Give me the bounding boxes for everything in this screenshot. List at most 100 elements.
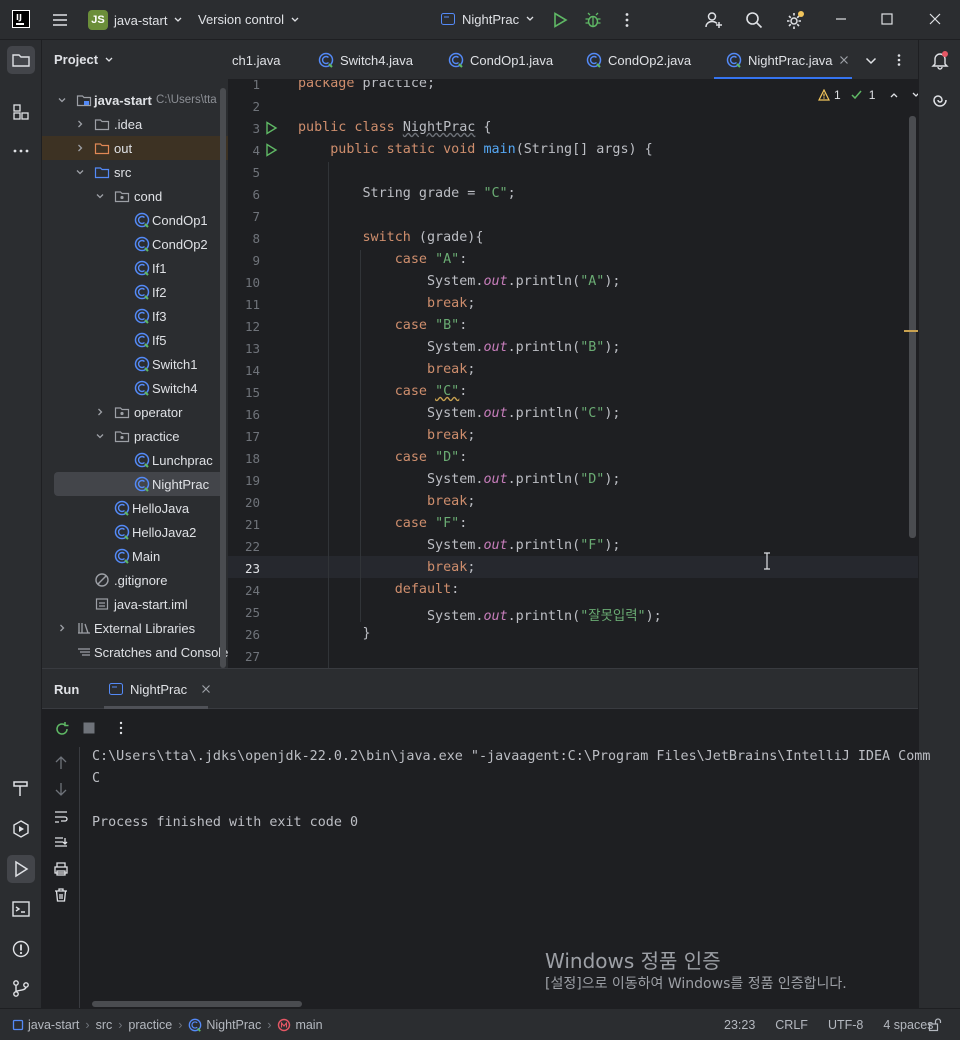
tree-item-class[interactable]: Main <box>42 544 228 568</box>
tree-item-practice[interactable]: practice <box>42 424 228 448</box>
tree-item-class[interactable]: Lunchprac <box>42 448 228 472</box>
main-menu-icon[interactable] <box>50 10 70 33</box>
print-icon[interactable] <box>53 861 69 877</box>
tree-item-external-libraries[interactable]: External Libraries <box>42 616 228 640</box>
terminal-tool-button[interactable] <box>7 895 35 923</box>
scroll-to-end-icon[interactable] <box>53 835 69 851</box>
project-widget[interactable]: JS java-start <box>88 10 183 30</box>
tree-item-gitignore[interactable]: .gitignore <box>42 568 228 592</box>
code-line: default: <box>394 582 460 597</box>
chevron-down-icon[interactable] <box>911 90 918 100</box>
console-horizontal-scrollbar[interactable] <box>92 1001 302 1007</box>
tree-item-label: If3 <box>152 308 167 324</box>
tree-item-out[interactable]: out <box>42 136 228 160</box>
tree-item-scratches[interactable]: Scratches and Consoles <box>42 640 228 664</box>
run-tab-nightprac[interactable]: NightPrac <box>104 669 215 709</box>
editor-scrollbar[interactable] <box>909 116 916 538</box>
tab-condop2[interactable]: CondOp2.java <box>586 40 691 79</box>
git-tool-button[interactable] <box>7 975 35 1003</box>
tab-list-button[interactable] <box>864 54 878 71</box>
project-panel-header[interactable]: Project <box>54 52 114 67</box>
tree-item-class[interactable]: HelloJava <box>42 496 228 520</box>
ai-assistant-button[interactable] <box>926 86 954 114</box>
problems-tool-button[interactable] <box>7 935 35 963</box>
notifications-button[interactable] <box>926 46 954 74</box>
line-separator[interactable]: CRLF <box>775 1018 808 1032</box>
tree-item-class[interactable]: If3 <box>42 304 228 328</box>
run-config-name: NightPrac <box>462 11 520 27</box>
indent-setting[interactable]: 4 spaces <box>883 1018 933 1032</box>
close-tab-icon[interactable] <box>201 684 211 694</box>
tree-item-class[interactable]: Switch4 <box>42 376 228 400</box>
tab-condop1[interactable]: CondOp1.java <box>448 40 553 79</box>
tree-item-class[interactable]: CondOp2 <box>42 232 228 256</box>
console-side-toolbar <box>42 747 80 1009</box>
inspections-widget[interactable]: 1 1 <box>818 88 918 102</box>
file-encoding[interactable]: UTF-8 <box>828 1018 863 1032</box>
tab-more-button[interactable] <box>892 53 906 70</box>
tree-item-class[interactable]: CondOp1 <box>42 208 228 232</box>
rerun-icon[interactable] <box>54 721 70 737</box>
breadcrumb-item[interactable]: practice <box>128 1018 172 1032</box>
close-tab-icon[interactable] <box>839 55 849 65</box>
tree-item-label: Scratches and Consoles <box>94 644 228 660</box>
code-line: case "B": <box>394 318 468 333</box>
add-user-button[interactable] <box>704 10 724 33</box>
services-tool-button[interactable] <box>7 815 35 843</box>
run-button[interactable] <box>551 11 569 32</box>
more-actions-button[interactable] <box>618 11 636 32</box>
project-scrollbar[interactable] <box>220 88 226 668</box>
breadcrumb-item[interactable]: src <box>96 1018 113 1032</box>
tree-item-idea[interactable]: .idea <box>42 112 228 136</box>
tree-item-src[interactable]: src <box>42 160 228 184</box>
code-line: case "A": <box>394 252 468 267</box>
breadcrumb-item[interactable]: main <box>295 1018 322 1032</box>
close-window-button[interactable] <box>928 12 942 29</box>
breadcrumb-item[interactable]: NightPrac <box>206 1018 261 1032</box>
build-tool-button[interactable] <box>7 774 35 802</box>
tree-item-nightprac-selected[interactable]: NightPrac <box>54 472 226 496</box>
console-output-line: C:\Users\tta\.jdks\openjdk-22.0.2\bin\ja… <box>92 749 931 764</box>
code-editor[interactable]: 1 2 3 4 5 6 7 8 9 10 11 12 13 14 15 16 1… <box>228 80 918 668</box>
tree-item-class[interactable]: HelloJava2 <box>42 520 228 544</box>
maximize-button[interactable] <box>880 12 894 29</box>
tree-item-root[interactable]: java-start C:\Users\tta <box>42 88 228 112</box>
tree-item-class[interactable]: If5 <box>42 328 228 352</box>
soft-wrap-icon[interactable] <box>53 809 69 825</box>
minimize-button[interactable] <box>834 12 848 29</box>
warning-marker[interactable] <box>904 330 918 332</box>
tree-item-cond[interactable]: cond <box>42 184 228 208</box>
tree-item-class[interactable]: If1 <box>42 256 228 280</box>
tab-switch1[interactable]: ch1.java <box>232 40 280 79</box>
tree-item-class[interactable]: Switch1 <box>42 352 228 376</box>
search-button[interactable] <box>744 10 764 33</box>
folder-icon <box>12 54 30 67</box>
settings-button[interactable] <box>784 10 806 35</box>
run-gutter-icon[interactable] <box>264 121 278 135</box>
caret-position[interactable]: 23:23 <box>724 1018 755 1032</box>
vcs-widget[interactable]: Version control <box>198 12 300 27</box>
breadcrumb-item[interactable]: java-start <box>28 1018 79 1032</box>
unlock-icon[interactable] <box>928 1018 942 1032</box>
structure-tool-button[interactable] <box>7 98 35 126</box>
vcs-label: Version control <box>198 12 284 27</box>
stop-icon[interactable] <box>82 721 96 735</box>
tree-item-operator[interactable]: operator <box>42 400 228 424</box>
tab-switch4[interactable]: Switch4.java <box>318 40 413 79</box>
run-config-selector[interactable]: NightPrac <box>440 11 535 27</box>
project-tool-button[interactable] <box>7 46 35 74</box>
run-gutter-icon[interactable] <box>264 143 278 157</box>
code-line: break; <box>427 362 476 377</box>
tree-item-iml[interactable]: java-start.iml <box>42 592 228 616</box>
tree-item-class[interactable]: If2 <box>42 280 228 304</box>
chevron-up-icon[interactable] <box>889 90 899 100</box>
more-tools-button[interactable] <box>7 137 35 165</box>
arrow-up-icon[interactable] <box>53 755 69 771</box>
run-tool-button[interactable] <box>7 855 35 883</box>
trash-icon[interactable] <box>53 887 69 903</box>
debug-button[interactable] <box>584 11 602 32</box>
tab-nightprac-active[interactable]: NightPrac.java <box>714 40 852 79</box>
arrow-down-icon[interactable] <box>53 781 69 797</box>
text-cursor-icon <box>764 552 770 570</box>
more-vertical-icon[interactable] <box>114 720 128 736</box>
